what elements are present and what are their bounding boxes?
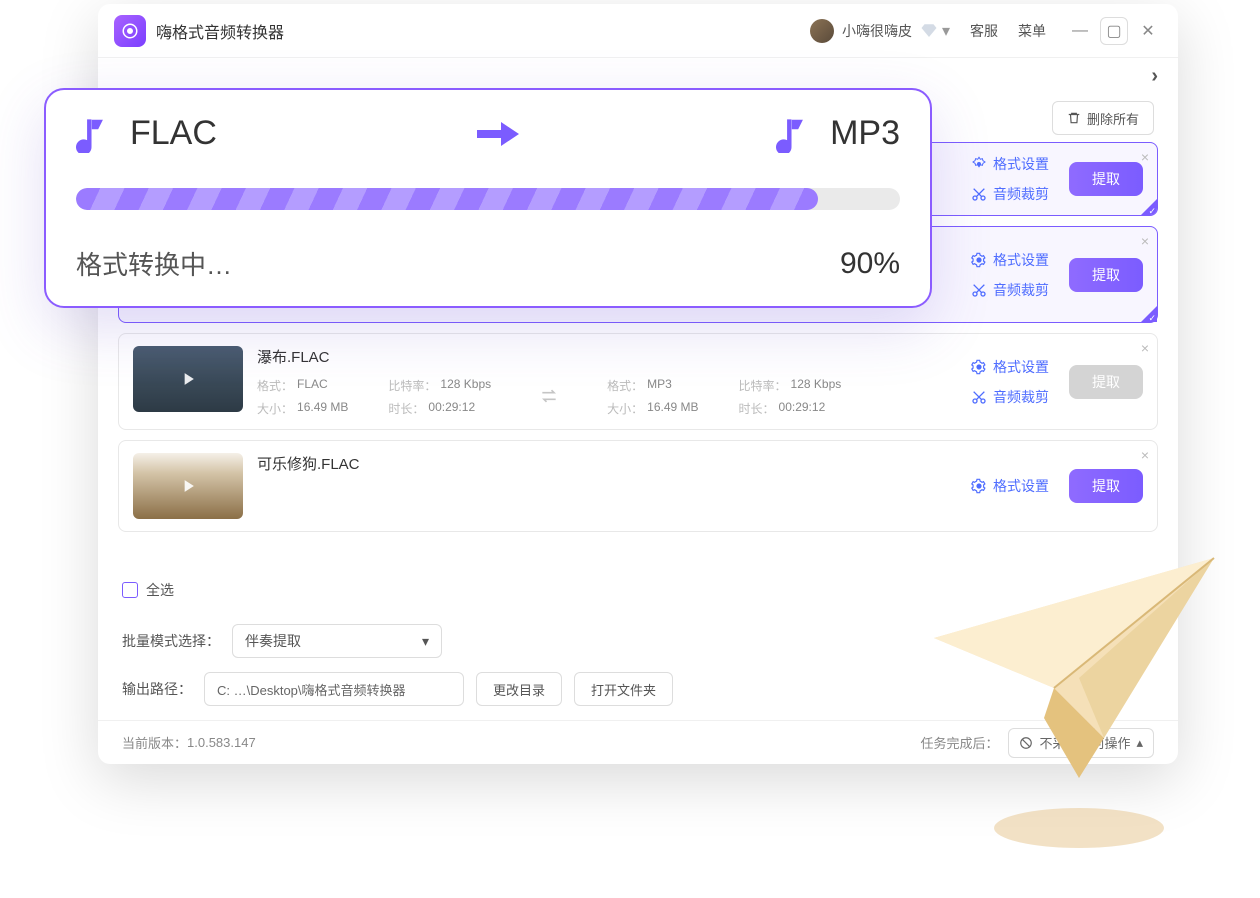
- username: 小嗨很嗨皮: [842, 21, 912, 41]
- progress-bar: [76, 188, 900, 210]
- menu-link[interactable]: 菜单: [1018, 21, 1046, 41]
- batch-mode-select[interactable]: 伴奏提取 ▾: [232, 624, 442, 658]
- app-logo-icon: [114, 15, 146, 47]
- chevron-down-icon: ▾: [422, 633, 429, 650]
- maximize-button[interactable]: ▢: [1100, 17, 1128, 45]
- batch-mode-label: 批量模式选择：: [122, 631, 220, 651]
- output-path-label: 输出路径：: [122, 679, 192, 699]
- file-thumbnail: [133, 346, 243, 412]
- support-link[interactable]: 客服: [970, 21, 998, 41]
- remove-file-icon[interactable]: ×: [1141, 149, 1149, 165]
- footer: 当前版本： 1.0.583.147 任务完成后： 不采取任何操作 ▴: [98, 720, 1178, 764]
- window-controls: — ▢ ✕: [1066, 17, 1162, 45]
- bottom-bar: 批量模式选择： 伴奏提取 ▾ 输出路径： C: …\Desktop\嗨格式音频转…: [98, 610, 1178, 720]
- format-settings-link[interactable]: 格式设置: [971, 250, 1049, 270]
- close-button[interactable]: ✕: [1134, 17, 1162, 45]
- music-note-icon: [76, 115, 114, 153]
- output-path-field[interactable]: C: …\Desktop\嗨格式音频转换器: [204, 672, 464, 706]
- after-task-label: 任务完成后：: [920, 733, 998, 752]
- conversion-card: FLAC MP3 格式转换中… 90%: [44, 88, 932, 308]
- conversion-percent: 90%: [840, 247, 900, 281]
- play-icon: [178, 476, 198, 496]
- minimize-button[interactable]: —: [1066, 17, 1094, 45]
- audio-trim-link[interactable]: 音频裁剪: [971, 280, 1049, 300]
- format-settings-link[interactable]: 格式设置: [971, 357, 1049, 377]
- delete-all-button[interactable]: 删除所有: [1052, 101, 1154, 135]
- select-all-label: 全选: [146, 580, 174, 600]
- open-folder-button[interactable]: 打开文件夹: [574, 672, 673, 706]
- ban-icon: [1019, 736, 1033, 750]
- file-item[interactable]: 瀑布.FLAC 格式：FLAC 大小：16.49 MB 比特率：128 Kbps…: [118, 333, 1158, 430]
- trash-icon: [1067, 111, 1081, 125]
- extract-button[interactable]: 提取: [1069, 258, 1143, 292]
- source-format: FLAC: [130, 114, 217, 153]
- chevron-down-icon[interactable]: ▾: [942, 21, 950, 41]
- chevron-up-icon: ▴: [1136, 735, 1143, 751]
- remove-file-icon[interactable]: ×: [1141, 340, 1149, 356]
- extract-button[interactable]: 提取: [1069, 469, 1143, 503]
- music-note-icon: [776, 115, 814, 153]
- app-title: 嗨格式音频转换器: [156, 19, 810, 43]
- audio-trim-link[interactable]: 音频裁剪: [971, 184, 1049, 204]
- arrow-right-icon: [473, 116, 521, 152]
- progress-fill: [76, 188, 818, 210]
- play-icon: [178, 369, 198, 389]
- after-task-select[interactable]: 不采取任何操作 ▴: [1008, 728, 1154, 758]
- file-item[interactable]: 可乐修狗.FLAC 格式设置 提取 ×: [118, 440, 1158, 532]
- vip-icon: [920, 22, 938, 40]
- extract-button[interactable]: 提取: [1069, 162, 1143, 196]
- remove-file-icon[interactable]: ×: [1141, 233, 1149, 249]
- version-label: 当前版本：: [122, 733, 187, 752]
- format-settings-link[interactable]: 格式设置: [971, 476, 1049, 496]
- conversion-status: 格式转换中…: [76, 245, 232, 282]
- extract-button[interactable]: 提取: [1069, 365, 1143, 399]
- swap-icon: [539, 386, 559, 409]
- version-number: 1.0.583.147: [187, 735, 256, 750]
- select-all-checkbox[interactable]: [122, 582, 138, 598]
- file-name: 瀑布.FLAC: [257, 346, 957, 367]
- file-thumbnail: [133, 453, 243, 519]
- remove-file-icon[interactable]: ×: [1141, 447, 1149, 463]
- avatar[interactable]: [810, 19, 834, 43]
- select-all-bar: 全选: [98, 570, 1178, 610]
- format-settings-link[interactable]: 格式设置: [971, 154, 1049, 174]
- chevron-right-icon[interactable]: ›: [1151, 65, 1158, 88]
- title-bar: 嗨格式音频转换器 小嗨很嗨皮 ▾ 客服 菜单 — ▢ ✕: [98, 4, 1178, 58]
- change-dir-button[interactable]: 更改目录: [476, 672, 562, 706]
- target-format: MP3: [830, 114, 900, 153]
- audio-trim-link[interactable]: 音频裁剪: [971, 387, 1049, 407]
- file-name: 可乐修狗.FLAC: [257, 453, 957, 474]
